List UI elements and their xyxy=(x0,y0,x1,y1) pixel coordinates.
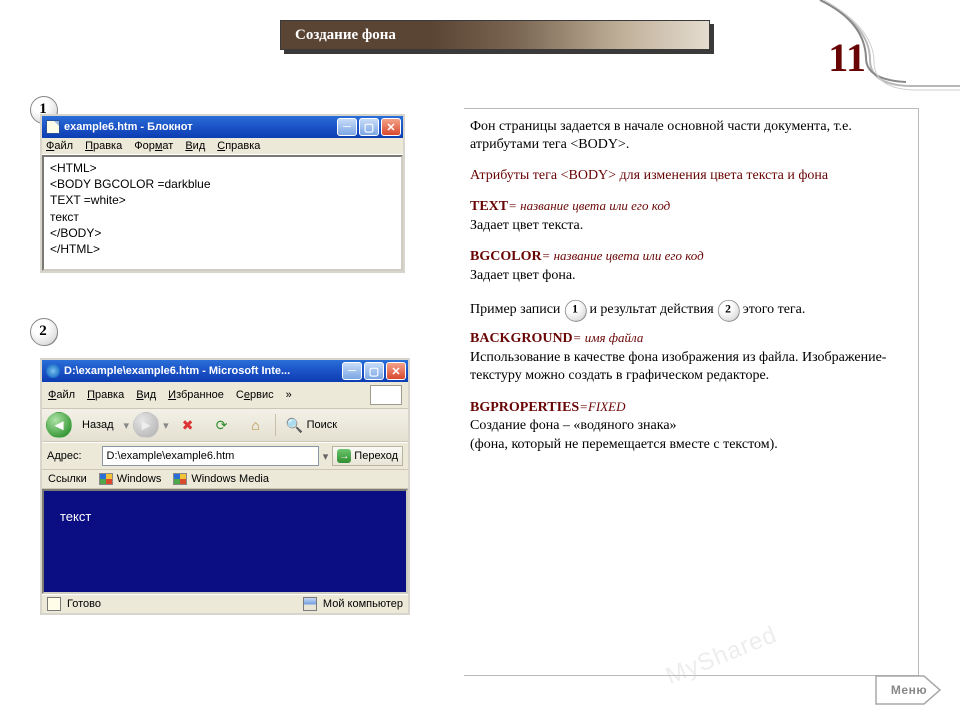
windows-flag-icon xyxy=(370,385,402,405)
menu-button-label: Меню xyxy=(874,674,942,706)
bgproperties-attr-name: BGPROPERTIES xyxy=(470,400,579,415)
step-badge-2: 2 xyxy=(30,318,56,344)
back-label[interactable]: Назад xyxy=(76,413,120,437)
bgproperties-desc1: Создание фона – «водяного знака» xyxy=(470,418,677,433)
close-button[interactable]: ✕ xyxy=(386,362,406,380)
link-windows[interactable]: Windows xyxy=(99,473,162,485)
slide-title-bar: Создание фона xyxy=(280,20,710,50)
notepad-window: example6.htm - Блокнот ─ ▢ ✕ Файл Правка… xyxy=(40,114,405,273)
link-windows-media[interactable]: Windows Media xyxy=(173,473,269,485)
menu-file[interactable]: Файл xyxy=(48,389,75,401)
watermark: MyShared xyxy=(662,621,781,691)
ie-window: D:\example\example6.htm - Microsoft Inte… xyxy=(40,358,410,615)
page-text: текст xyxy=(60,509,91,524)
close-button[interactable]: ✕ xyxy=(381,118,401,136)
menu-view[interactable]: Вид xyxy=(185,140,205,152)
status-ready: Готово xyxy=(67,598,101,610)
menu-edit[interactable]: Правка xyxy=(85,140,122,152)
menu-help[interactable]: Справка xyxy=(217,140,260,152)
intro-text: Фон страницы задается в начале основной … xyxy=(470,118,908,155)
minimize-button[interactable]: ─ xyxy=(337,118,357,136)
menu-tools[interactable]: Сервис xyxy=(236,389,274,401)
page-number: 11 xyxy=(828,34,866,81)
bgproperties-attr-value: =FIXED xyxy=(579,399,625,414)
ie-titlebar[interactable]: D:\example\example6.htm - Microsoft Inte… xyxy=(42,360,408,382)
description-column: Фон страницы задается в начале основной … xyxy=(470,118,908,466)
menu-button[interactable]: Меню xyxy=(874,674,942,706)
bgcolor-attr-value: = название цвета или его код xyxy=(542,248,704,263)
bgcolor-attr-desc: Задает цвет фона. xyxy=(470,268,576,283)
address-input[interactable] xyxy=(102,446,319,466)
status-zone: Мой компьютер xyxy=(323,598,403,610)
example-line: Пример записи 1 и результат действия 2 э… xyxy=(470,297,908,323)
menu-view[interactable]: Вид xyxy=(136,389,156,401)
attrs-heading: Атрибуты тега <BODY> для изменения цвета… xyxy=(470,167,908,185)
background-attr-value: = имя файла xyxy=(573,330,644,345)
notepad-body[interactable]: <HTML> <BODY BGCOLOR =darkblue TEXT =whi… xyxy=(42,155,403,271)
ie-title: D:\example\example6.htm - Microsoft Inte… xyxy=(64,365,290,377)
menu-more[interactable]: » xyxy=(286,389,292,401)
home-button[interactable]: ⌂ xyxy=(241,413,271,437)
notepad-title: example6.htm - Блокнот xyxy=(64,121,193,133)
background-attr-desc: Использование в качестве фона изображени… xyxy=(470,350,886,383)
ie-linksbar: Ссылки Windows Windows Media xyxy=(42,470,408,489)
links-label: Ссылки xyxy=(48,473,87,485)
inline-badge-1: 1 xyxy=(565,300,585,320)
ie-icon xyxy=(46,364,60,378)
bgcolor-attr-name: BGCOLOR xyxy=(470,249,542,264)
notepad-menubar: Файл Правка Формат Вид Справка xyxy=(42,138,403,155)
computer-icon xyxy=(303,597,317,611)
ie-statusbar: Готово Мой компьютер xyxy=(42,594,408,613)
document-icon xyxy=(47,597,61,611)
maximize-button[interactable]: ▢ xyxy=(359,118,379,136)
slide-title: Создание фона xyxy=(280,20,710,50)
notepad-titlebar[interactable]: example6.htm - Блокнот ─ ▢ ✕ xyxy=(42,116,403,138)
back-button[interactable]: ◄ xyxy=(46,412,72,438)
ie-toolbar: ◄ Назад ▾ ► ▾ ✖ ⟳ ⌂ 🔍Поиск xyxy=(42,409,408,442)
ie-addressbar: Адрес: ▾ →Переход xyxy=(42,442,408,470)
text-attr-desc: Задает цвет текста. xyxy=(470,218,583,233)
stop-button[interactable]: ✖ xyxy=(173,413,203,437)
corner-decoration xyxy=(790,0,960,110)
menu-format[interactable]: Формат xyxy=(134,140,173,152)
minimize-button[interactable]: ─ xyxy=(342,362,362,380)
menu-edit[interactable]: Правка xyxy=(87,389,124,401)
search-button[interactable]: 🔍Поиск xyxy=(280,413,343,437)
background-attr-name: BACKGROUND xyxy=(470,331,573,346)
ie-menubar: Файл Правка Вид Избранное Сервис » xyxy=(42,382,408,409)
bgproperties-desc2: (фона, который не перемещается вместе с … xyxy=(470,437,778,452)
inline-badge-2: 2 xyxy=(718,300,738,320)
document-icon xyxy=(46,120,60,134)
maximize-button[interactable]: ▢ xyxy=(364,362,384,380)
refresh-button[interactable]: ⟳ xyxy=(207,413,237,437)
text-attr-value: = название цвета или его код xyxy=(508,198,670,213)
ie-icon xyxy=(86,450,98,462)
address-label: Адрес: xyxy=(47,450,82,462)
go-button[interactable]: →Переход xyxy=(332,446,403,466)
menu-favorites[interactable]: Избранное xyxy=(168,389,224,401)
ie-viewport: текст xyxy=(42,489,408,594)
text-attr-name: TEXT xyxy=(470,199,508,214)
menu-file[interactable]: Файл xyxy=(46,140,73,152)
forward-button[interactable]: ► xyxy=(133,412,159,438)
